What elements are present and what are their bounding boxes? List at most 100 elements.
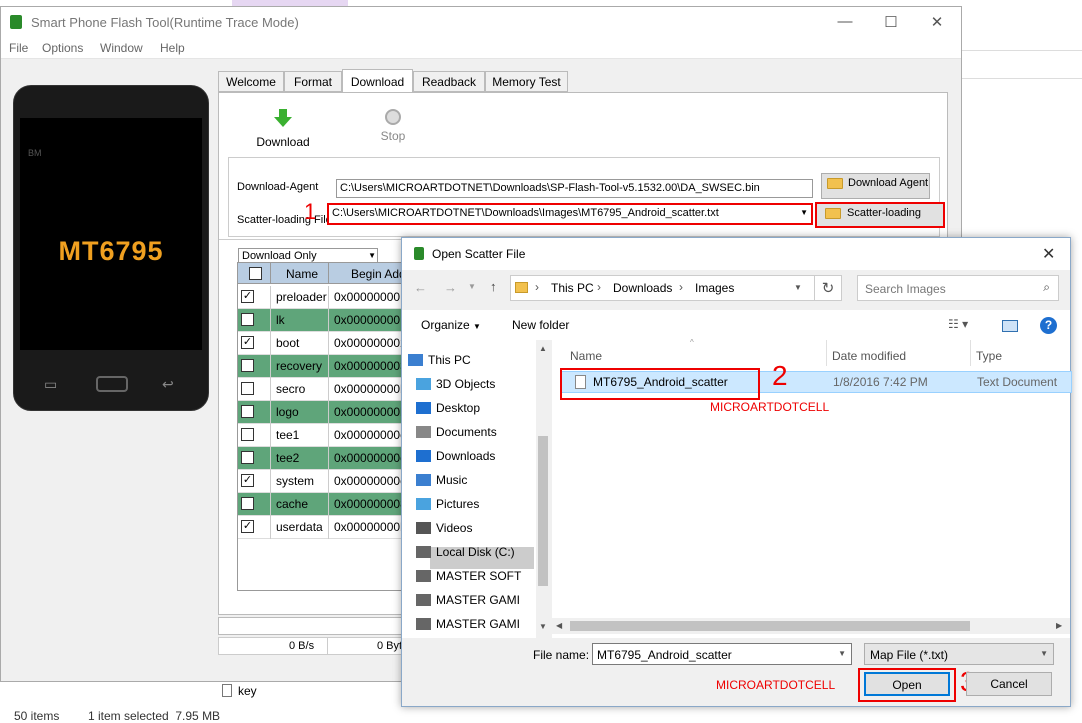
table-row[interactable]: ✓ preloader 0x00000000 <box>238 286 406 309</box>
new-folder-button[interactable]: New folder <box>512 318 569 332</box>
row-checkbox[interactable] <box>241 405 254 418</box>
table-row[interactable]: recovery 0x000000003 <box>238 355 406 378</box>
tab-download[interactable]: Download <box>342 69 413 93</box>
breadcrumb-this-pc[interactable]: This PC <box>551 281 594 295</box>
nav-item[interactable]: Pictures <box>416 497 480 511</box>
organize-button[interactable]: Organize ▼ <box>421 318 481 332</box>
row-checkbox[interactable]: ✓ <box>241 290 254 303</box>
download-agent-button[interactable]: Download Agent <box>821 173 930 199</box>
chevron-down-icon[interactable]: ▼ <box>794 283 802 292</box>
tab-format[interactable]: Format <box>284 71 342 92</box>
chevron-down-icon[interactable]: ▼ <box>838 649 846 658</box>
menu-help[interactable]: Help <box>160 41 185 55</box>
table-row[interactable]: tee2 0x00000000c <box>238 447 406 470</box>
row-checkbox[interactable] <box>241 359 254 372</box>
search-input[interactable]: Search Images ⌕ <box>857 275 1059 301</box>
up-arrow-icon[interactable]: ↑ <box>490 279 497 294</box>
column-type[interactable]: Type <box>976 349 1002 363</box>
back-arrow-icon[interactable]: ← <box>414 280 427 295</box>
breadcrumb-images[interactable]: Images <box>695 281 734 295</box>
tab-readback[interactable]: Readback <box>413 71 485 92</box>
maximize-icon[interactable]: ☐ <box>881 13 901 31</box>
row-checkbox[interactable] <box>241 313 254 326</box>
table-row[interactable]: secro 0x00000000b <box>238 378 406 401</box>
tab-memory-test[interactable]: Memory Test <box>485 71 568 92</box>
file-name-label: File name: <box>533 648 590 662</box>
download-button[interactable]: Download <box>255 109 311 149</box>
refresh-icon[interactable]: ↻ <box>814 275 842 301</box>
header-name[interactable]: Name <box>286 267 318 281</box>
nav-item[interactable]: Local Disk (C:) <box>416 545 515 559</box>
file-name-input[interactable]: MT6795_Android_scatter ▼ <box>592 643 852 665</box>
scatter-loading-label: Scatter-loading <box>847 207 921 219</box>
help-icon[interactable]: ? <box>1040 317 1057 334</box>
scatter-path-field[interactable]: C:\Users\MICROARTDOTNET\Downloads\Images… <box>327 203 813 225</box>
chevron-right-icon: › <box>597 280 601 294</box>
videos-icon <box>416 522 431 534</box>
nav-item[interactable]: Downloads <box>416 449 495 463</box>
scroll-right-icon[interactable]: ▶ <box>1056 621 1062 630</box>
chevron-down-icon[interactable]: ▼ <box>468 282 476 291</box>
nav-item[interactable]: Documents <box>416 425 497 439</box>
minimize-icon[interactable]: — <box>835 13 855 30</box>
menu-file[interactable]: File <box>9 41 28 55</box>
table-row[interactable]: ✓ boot 0x000000002 <box>238 332 406 355</box>
partition-name: lk <box>276 313 285 327</box>
nav-item[interactable]: Videos <box>416 521 472 535</box>
row-checkbox[interactable] <box>241 451 254 464</box>
bg-file-key[interactable]: key <box>222 684 257 698</box>
table-row[interactable]: ✓ system 0x00000000c <box>238 470 406 493</box>
scroll-down-icon[interactable]: ▼ <box>539 622 547 631</box>
column-name[interactable]: Name <box>570 349 602 363</box>
watermark-text: MICROARTDOTCELL <box>716 678 836 692</box>
da-path-field[interactable]: C:\Users\MICROARTDOTNET\Downloads\SP-Fla… <box>336 179 813 198</box>
dialog-title: Open Scatter File <box>432 247 526 261</box>
scroll-left-icon[interactable]: ◀ <box>556 621 562 630</box>
header-begin-address[interactable]: Begin Add <box>351 267 406 281</box>
cancel-button[interactable]: Cancel <box>966 672 1052 696</box>
nav-item[interactable]: This PC <box>408 353 471 367</box>
table-row[interactable]: lk 0x000000001 <box>238 309 406 332</box>
close-icon[interactable]: ✕ <box>1042 244 1055 264</box>
scroll-up-icon[interactable]: ▲ <box>539 344 547 353</box>
chevron-down-icon: ▼ <box>800 208 808 217</box>
chevron-down-icon[interactable]: ▼ <box>1040 649 1048 658</box>
nav-scrollbar[interactable]: ▲ ▼ <box>536 340 550 638</box>
column-date-modified[interactable]: Date modified <box>832 349 906 363</box>
table-row[interactable]: ✓ userdata 0x00000000b3 <box>238 516 406 539</box>
nav-item[interactable]: Music <box>416 473 467 487</box>
scatter-loading-button[interactable]: Scatter-loading <box>815 202 945 228</box>
close-icon[interactable]: ✕ <box>927 13 947 31</box>
nav-item[interactable]: MASTER SOFT <box>416 569 521 583</box>
stop-button[interactable]: Stop <box>365 109 421 143</box>
row-checkbox[interactable]: ✓ <box>241 336 254 349</box>
table-row[interactable]: logo 0x00000000b <box>238 401 406 424</box>
row-checkbox[interactable] <box>241 428 254 441</box>
forward-arrow-icon[interactable]: → <box>444 280 457 295</box>
preview-pane-icon[interactable] <box>1002 320 1018 332</box>
file-hscrollbar[interactable]: ◀ ▶ <box>552 618 1070 634</box>
scrollbar-thumb[interactable] <box>538 436 548 586</box>
row-checkbox[interactable]: ✓ <box>241 474 254 487</box>
scrollbar-thumb[interactable] <box>570 621 970 631</box>
nav-item[interactable]: 3D Objects <box>416 377 495 391</box>
nav-item[interactable]: Desktop <box>416 401 480 415</box>
nav-item-label: Pictures <box>436 497 480 511</box>
folder-icon <box>827 178 843 189</box>
menu-options[interactable]: Options <box>42 41 83 55</box>
table-row[interactable]: tee1 0x00000000c <box>238 424 406 447</box>
tab-welcome[interactable]: Welcome <box>218 71 284 92</box>
breadcrumb-downloads[interactable]: Downloads <box>613 281 672 295</box>
file-type-filter[interactable]: Map File (*.txt) ▼ <box>864 643 1054 665</box>
table-row[interactable]: cache 0x000000008c <box>238 493 406 516</box>
row-checkbox[interactable] <box>241 497 254 510</box>
address-bar[interactable]: › This PC › Downloads › Images ▼ <box>510 275 838 301</box>
row-checkbox[interactable]: ✓ <box>241 520 254 533</box>
menu-window[interactable]: Window <box>100 41 143 55</box>
select-all-checkbox[interactable] <box>249 267 262 280</box>
row-checkbox[interactable] <box>241 382 254 395</box>
nav-item[interactable]: MASTER GAMI <box>416 617 520 631</box>
open-button[interactable]: Open <box>864 672 950 696</box>
nav-item[interactable]: MASTER GAMI <box>416 593 520 607</box>
view-options-icon[interactable]: ☷ ▾ <box>948 317 968 331</box>
